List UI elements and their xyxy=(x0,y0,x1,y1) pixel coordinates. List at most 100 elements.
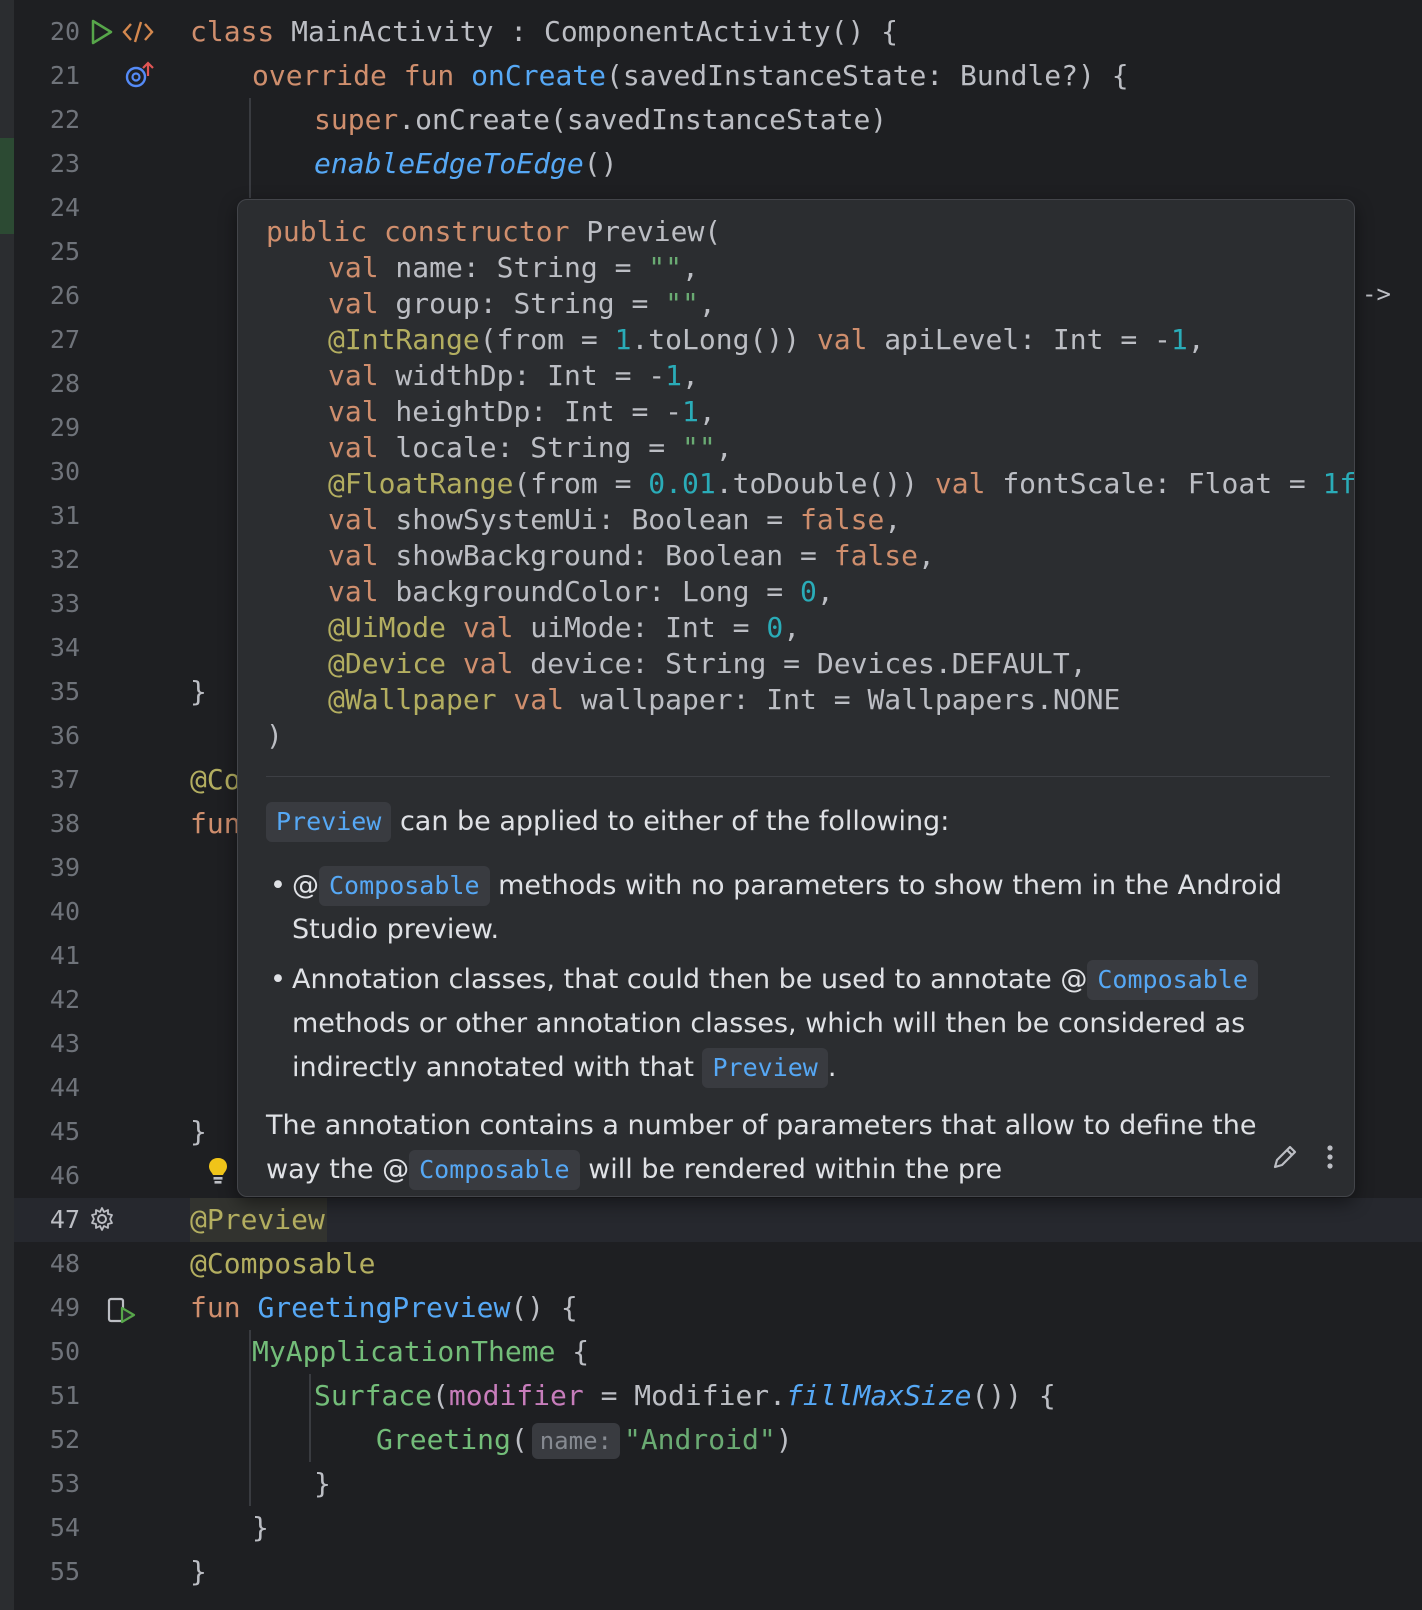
code-line-22: super.onCreate(savedInstanceState) xyxy=(314,98,887,142)
code-token: .toDouble()) xyxy=(715,467,935,500)
code-token: uiMode: Int = xyxy=(513,611,767,644)
doc-text: will be rendered within the pre xyxy=(579,1154,1003,1185)
line-number: 55 xyxy=(49,1557,80,1586)
code-line-47: @Preview xyxy=(190,1198,327,1242)
lightbulb-icon[interactable] xyxy=(207,1156,229,1192)
code-token: , xyxy=(682,251,699,284)
named-argument: modifier xyxy=(448,1379,584,1412)
string-literal: "" xyxy=(665,287,699,320)
line-number: 46 xyxy=(49,1161,80,1190)
code-line-23: enableEdgeToEdge() xyxy=(314,142,617,186)
code-token: , xyxy=(715,431,733,464)
code-token: ( xyxy=(432,1379,449,1412)
keyword: class xyxy=(190,15,275,48)
code-icon[interactable] xyxy=(122,18,154,50)
code-token: showSystemUi: Boolean = xyxy=(378,503,801,536)
code-token: () { xyxy=(510,1291,578,1324)
documentation-body: Preview can be applied to either of the … xyxy=(266,786,1286,1192)
line-number: 43 xyxy=(49,1029,80,1058)
keyword: super xyxy=(314,103,399,136)
code-token: (savedInstanceState: Bundle?) { xyxy=(606,59,1129,92)
code-token: group: String = xyxy=(378,287,666,320)
number-literal: 1 xyxy=(682,395,699,428)
signature-param-widthdp: val widthDp: Int = -1, xyxy=(266,358,1354,394)
code-line-50: MyApplicationTheme { xyxy=(252,1330,589,1374)
annotation: @IntRange xyxy=(328,323,480,356)
more-vertical-icon[interactable] xyxy=(1324,1142,1336,1176)
string-literal: "Android" xyxy=(623,1423,776,1456)
signature-param-group: val group: String = "", xyxy=(266,286,1354,322)
line-number: 35 xyxy=(49,677,80,706)
code-token: = Modifier. xyxy=(583,1379,787,1412)
vcs-change-marker[interactable] xyxy=(0,138,14,234)
code-line-51: Surface(modifier = Modifier.fillMaxSize(… xyxy=(314,1374,1056,1418)
keyword: val xyxy=(328,503,379,536)
line-number: 40 xyxy=(49,897,80,926)
keyword: val xyxy=(816,323,868,356)
link-composable[interactable]: Composable xyxy=(1087,960,1258,1000)
keyword: val xyxy=(328,575,379,608)
line-number: 20 xyxy=(49,17,80,46)
doc-bullet: @Composable methods with no parameters t… xyxy=(266,864,1286,952)
class-name: MainActivity xyxy=(291,15,494,48)
code-token: wallpaper: Int = Wallpapers.NONE xyxy=(564,683,1121,716)
line-number: 22 xyxy=(49,105,80,134)
preview-run-icon[interactable] xyxy=(106,1296,138,1330)
link-preview[interactable]: Preview xyxy=(266,802,392,842)
code-token: (from = xyxy=(513,467,649,500)
signature-param-wallpaper: @Wallpaper val wallpaper: Int = Wallpape… xyxy=(266,682,1354,718)
keyword: val xyxy=(328,539,379,572)
line-number: 33 xyxy=(49,589,80,618)
link-composable[interactable]: Composable xyxy=(409,1150,580,1190)
quick-documentation-popup[interactable]: public constructor Preview( val name: St… xyxy=(237,199,1355,1197)
code-line-52: Greeting(name: "Android") xyxy=(376,1418,793,1462)
code-line-21: override fun onCreate(savedInstanceState… xyxy=(252,54,1129,98)
keyword: false xyxy=(833,539,919,572)
code-line-54: } xyxy=(252,1511,269,1544)
line-number: 36 xyxy=(49,721,80,750)
code-token: , xyxy=(1187,323,1205,356)
keyword: fun xyxy=(190,1291,241,1324)
override-icon[interactable] xyxy=(124,60,156,94)
doc-text: @ xyxy=(1060,964,1088,995)
code-token: , xyxy=(884,503,902,536)
code-token: backgroundColor: Long = xyxy=(378,575,801,608)
line-number: 31 xyxy=(49,501,80,530)
keyword: val xyxy=(328,287,379,320)
doc-text: Annotation classes, that could then be u… xyxy=(292,964,1061,995)
number-literal: 0.01 xyxy=(648,467,716,500)
keyword: val xyxy=(328,251,379,284)
keyword: val xyxy=(496,683,565,716)
link-preview[interactable]: Preview xyxy=(702,1048,828,1088)
doc-text: @ xyxy=(382,1154,410,1185)
run-icon[interactable] xyxy=(89,18,115,50)
link-composable[interactable]: Composable xyxy=(319,866,490,906)
gear-icon[interactable] xyxy=(89,1206,115,1236)
code-token: , xyxy=(682,359,699,392)
line-number: 50 xyxy=(49,1337,80,1366)
line-number: 53 xyxy=(49,1469,80,1498)
line-number: 48 xyxy=(49,1249,80,1278)
keyword: val xyxy=(446,647,514,680)
pencil-icon[interactable] xyxy=(1270,1142,1300,1176)
signature-param-uimode: @UiMode val uiMode: Int = 0, xyxy=(266,610,1354,646)
doc-bullet: Annotation classes, that could then be u… xyxy=(266,958,1286,1090)
code-line-45: } xyxy=(190,1115,207,1148)
line-number: 52 xyxy=(49,1425,80,1454)
code-line-48: @Composable xyxy=(190,1247,376,1280)
code-token: { xyxy=(555,1335,590,1368)
code-token: , xyxy=(783,611,801,644)
code-line-20: class MainActivity : ComponentActivity()… xyxy=(190,10,898,54)
function-name: onCreate xyxy=(471,59,607,92)
doc-text: @ xyxy=(292,870,319,901)
number-literal: 0 xyxy=(800,575,817,608)
line-number: 28 xyxy=(49,369,80,398)
signature-close: ) xyxy=(266,719,283,752)
line-number: 21 xyxy=(49,61,80,90)
line-number: 41 xyxy=(49,941,80,970)
composable-call: Greeting xyxy=(376,1423,511,1456)
line-number: 44 xyxy=(49,1073,80,1102)
code-token: widthDp: Int = - xyxy=(378,359,666,392)
line-number: 37 xyxy=(49,765,80,794)
code-token: : xyxy=(493,15,545,48)
